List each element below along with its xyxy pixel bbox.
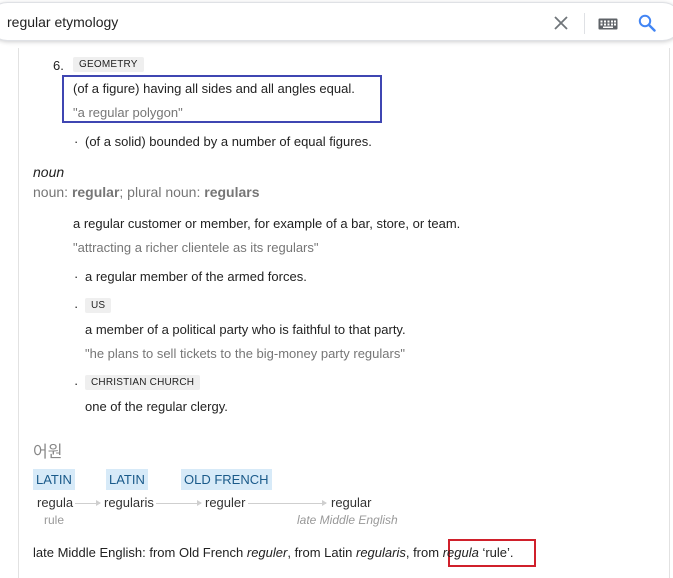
definition: a regular member of the armed forces. (85, 269, 307, 284)
example: "a regular polygon" (73, 105, 183, 120)
noun-forms: noun: regular; plural noun: regulars (33, 184, 260, 200)
origin-gloss: late Middle English (297, 513, 398, 527)
bullet: · (74, 269, 79, 284)
region-tag: US (85, 298, 112, 313)
origin-gloss: rule (44, 513, 65, 527)
definition: a regular customer or member, for exampl… (73, 216, 461, 231)
origin-arrow (248, 500, 327, 506)
keyboard-icon[interactable] (598, 18, 618, 30)
origin-arrow (75, 500, 101, 506)
origin-word: reguler (205, 495, 246, 510)
subject-tag: CHRISTIAN CHURCH (85, 375, 201, 390)
sense-number: 6. (53, 58, 64, 73)
bullet: · (74, 376, 79, 391)
origin-language-tag: LATIN (106, 469, 148, 490)
sub-definition: (of a solid) bounded by a number of equa… (85, 134, 372, 149)
example: "attracting a richer clientele as its re… (73, 240, 319, 255)
divider (584, 13, 585, 34)
origin-heading: 어원 (33, 442, 63, 461)
origin-arrow (156, 500, 202, 506)
etymology-text: late Middle English: from Old French reg… (33, 545, 514, 560)
origin-word: regularis (104, 495, 154, 510)
example: "he plans to sell tickets to the big-mon… (85, 346, 405, 361)
bullet: · (74, 299, 79, 314)
search-icon[interactable] (638, 14, 656, 32)
part-of-speech: noun (33, 164, 65, 180)
definition: (of a figure) having all sides and all a… (73, 81, 355, 96)
search-input[interactable]: regular etymology (7, 14, 118, 30)
subject-tag: GEOMETRY (73, 57, 144, 72)
definition: one of the regular clergy. (85, 399, 228, 414)
origin-language-tag: LATIN (33, 469, 75, 490)
bullet: · (74, 134, 79, 149)
definition: a member of a political party who is fai… (85, 322, 406, 337)
origin-word: regula (37, 495, 74, 510)
search-bar[interactable]: regular etymology (0, 2, 673, 41)
origin-language-tag: OLD FRENCH (181, 469, 272, 490)
origin-word: regular (331, 495, 372, 510)
close-icon[interactable] (553, 15, 569, 31)
